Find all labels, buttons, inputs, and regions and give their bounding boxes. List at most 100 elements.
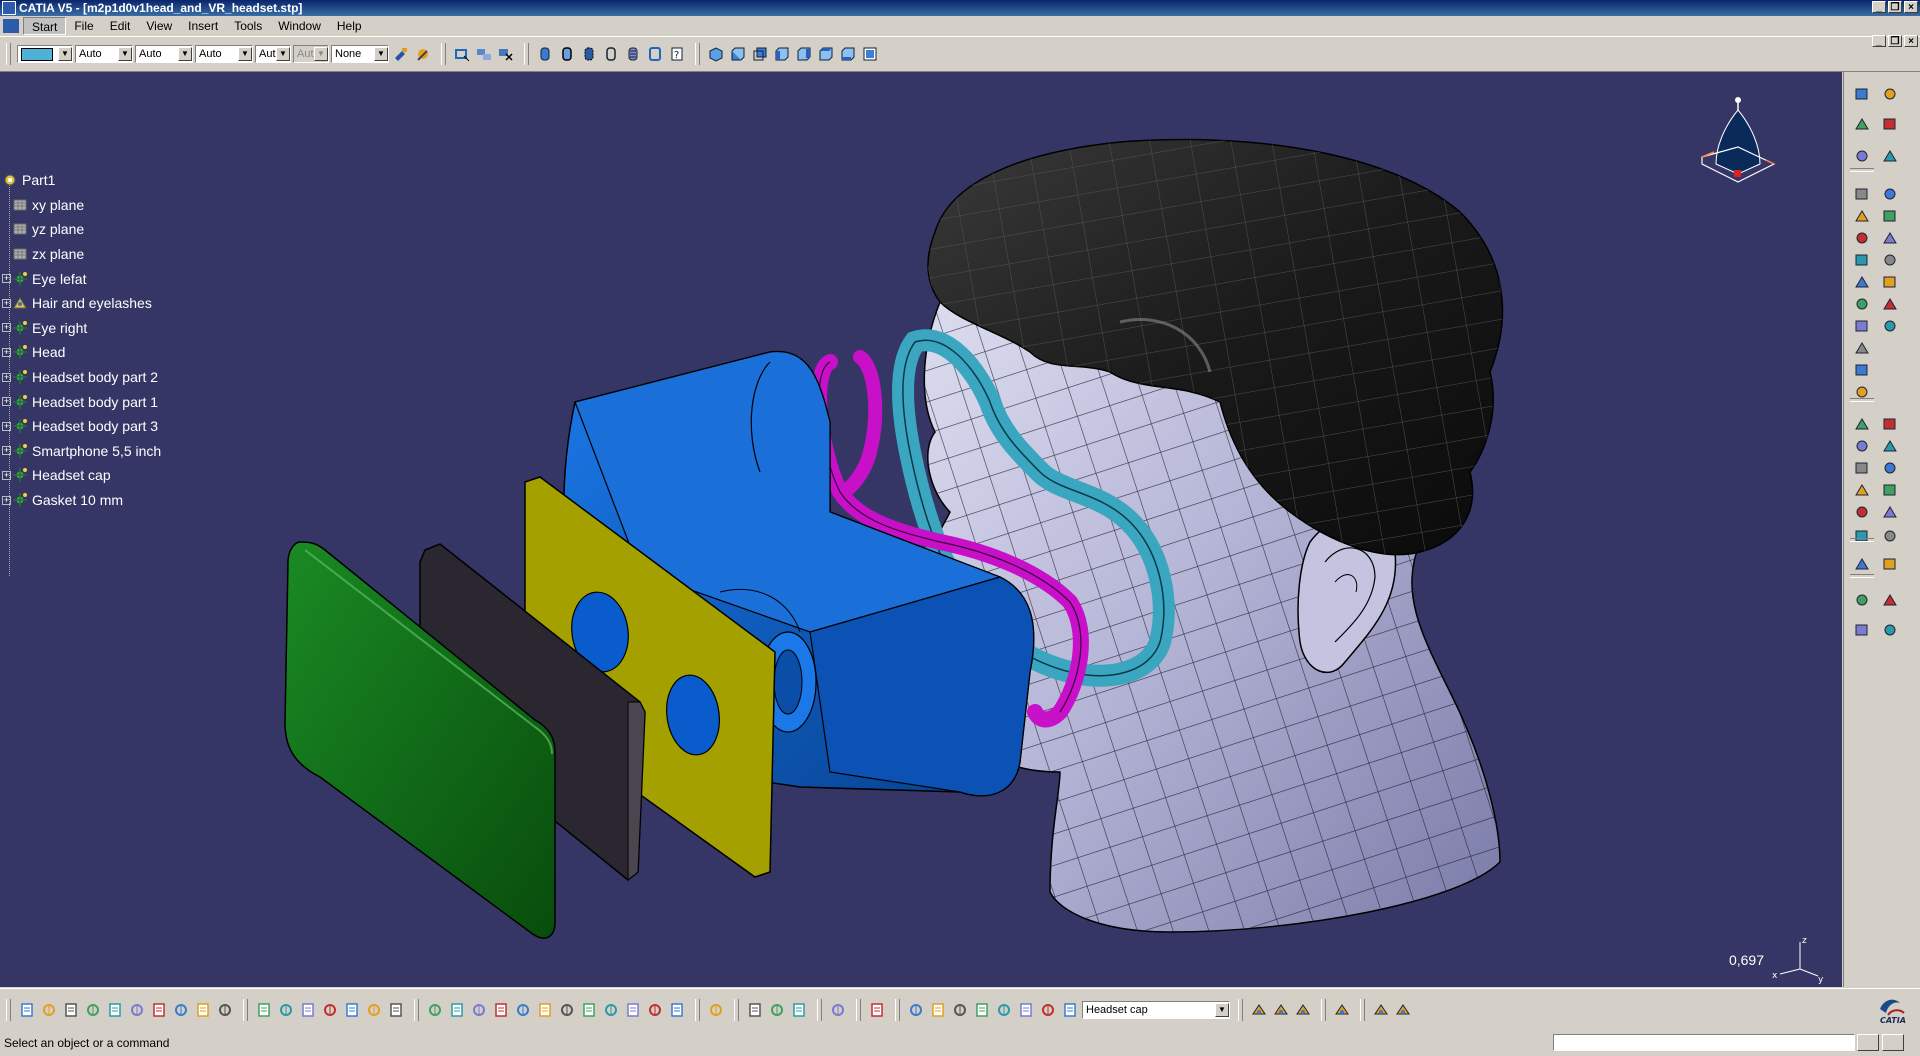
hide-show-icon[interactable] xyxy=(496,44,516,64)
chevron-down-icon[interactable]: ▼ xyxy=(118,47,132,61)
capture-icon[interactable] xyxy=(828,1000,848,1020)
cylinder-view-icon[interactable] xyxy=(535,44,555,64)
sweep-icon[interactable] xyxy=(1393,1000,1413,1020)
close-icon[interactable]: × xyxy=(1904,1,1918,13)
measure-between-icon[interactable] xyxy=(745,1000,765,1020)
work-object-icon[interactable] xyxy=(994,1000,1014,1020)
cut-icon[interactable] xyxy=(105,1000,125,1020)
define-work-object-icon[interactable] xyxy=(1060,1000,1080,1020)
reference-icon[interactable] xyxy=(1852,620,1872,640)
toolbar-grip[interactable] xyxy=(695,43,700,65)
fit-all-icon[interactable] xyxy=(447,1000,467,1020)
toolbar-grip[interactable] xyxy=(6,999,11,1021)
annotation-icon[interactable] xyxy=(1880,554,1900,574)
grid-icon[interactable] xyxy=(1880,114,1900,134)
compass-icon[interactable] xyxy=(1694,92,1784,202)
color-combo[interactable]: ▼ xyxy=(17,45,73,63)
tree-item[interactable]: xy plane xyxy=(2,193,161,218)
zoom-out-icon[interactable] xyxy=(535,1000,555,1020)
tree-item[interactable]: + Hair and eyelashes xyxy=(2,291,161,316)
gsd-icon[interactable] xyxy=(1271,1000,1291,1020)
thickness-icon[interactable] xyxy=(1852,480,1872,500)
list-icon[interactable] xyxy=(1038,1000,1058,1020)
rotate-icon[interactable] xyxy=(1880,436,1900,456)
pattern-icon[interactable] xyxy=(1852,458,1872,478)
pan-icon[interactable] xyxy=(469,1000,489,1020)
apply-material-icon[interactable] xyxy=(1852,590,1872,610)
render-style-combo[interactable]: None ▼ xyxy=(331,45,389,63)
line-weight-combo[interactable]: Auto ▼ xyxy=(135,45,193,63)
transparency-combo[interactable]: Auto ▼ xyxy=(195,45,253,63)
hide-show-icon[interactable] xyxy=(645,1000,665,1020)
knowledge-icon[interactable] xyxy=(298,1000,318,1020)
expand-icon[interactable]: + xyxy=(2,372,11,382)
analysis-icon[interactable] xyxy=(1371,1000,1391,1020)
document-icon[interactable] xyxy=(3,19,19,33)
tree-item[interactable]: + Headset body part 2 xyxy=(2,365,161,390)
rotate-icon[interactable] xyxy=(491,1000,511,1020)
shell-icon[interactable] xyxy=(1880,316,1900,336)
toolbar-grip[interactable] xyxy=(856,999,861,1021)
expand-icon[interactable]: + xyxy=(2,347,11,357)
chevron-down-icon[interactable]: ▼ xyxy=(1215,1003,1229,1017)
tree-item[interactable]: + Eye lefat xyxy=(2,266,161,291)
scale-icon[interactable] xyxy=(1880,458,1900,478)
menu-view[interactable]: View xyxy=(138,17,180,35)
expand-icon[interactable]: + xyxy=(2,421,11,431)
shading-hidden-edges-icon[interactable] xyxy=(579,44,599,64)
expand-icon[interactable]: + xyxy=(2,323,11,333)
specification-tree[interactable]: Part1 xy plane yz plane zx plane + Eye lefat… xyxy=(2,168,161,512)
expand-icon[interactable]: + xyxy=(2,298,11,308)
model-canvas[interactable] xyxy=(0,72,1842,987)
new-icon[interactable] xyxy=(17,1000,37,1020)
status-button-1[interactable] xyxy=(1857,1034,1879,1051)
mirror-icon[interactable] xyxy=(1852,436,1872,456)
groove-icon[interactable] xyxy=(1852,250,1872,270)
loft-icon[interactable] xyxy=(1852,338,1872,358)
chevron-down-icon[interactable]: ▼ xyxy=(58,47,72,61)
inertia-icon[interactable] xyxy=(1880,502,1900,522)
named-views-icon[interactable] xyxy=(860,44,880,64)
toolbar-grip[interactable] xyxy=(524,43,529,65)
minimize-icon[interactable]: _ xyxy=(1872,1,1886,13)
point-icon[interactable] xyxy=(1880,84,1900,104)
measure-inertia-icon[interactable] xyxy=(789,1000,809,1020)
constraint-icon[interactable] xyxy=(1852,526,1872,546)
expand-icon[interactable]: + xyxy=(2,470,11,480)
chevron-down-icon[interactable]: ▼ xyxy=(178,47,192,61)
axis-system-icon[interactable] xyxy=(1880,590,1900,610)
undo-icon[interactable] xyxy=(171,1000,191,1020)
tree-item[interactable]: + Headset body part 3 xyxy=(2,414,161,439)
save-icon[interactable] xyxy=(61,1000,81,1020)
macro-icon[interactable] xyxy=(386,1000,406,1020)
material-shading-icon[interactable] xyxy=(623,44,643,64)
constraint-icon[interactable] xyxy=(1016,1000,1036,1020)
hole-icon[interactable] xyxy=(1852,272,1872,292)
multi-view-icon[interactable] xyxy=(579,1000,599,1020)
chevron-down-icon[interactable]: ▼ xyxy=(374,47,388,61)
status-button-2[interactable] xyxy=(1882,1034,1904,1051)
chevron-down-icon[interactable]: ▼ xyxy=(238,47,252,61)
toolbar-grip[interactable] xyxy=(1238,999,1243,1021)
chamfer-icon[interactable] xyxy=(1880,272,1900,292)
swap-visible-icon[interactable] xyxy=(474,44,494,64)
part-design-icon[interactable] xyxy=(1249,1000,1269,1020)
iso-view-icon[interactable] xyxy=(706,44,726,64)
help-view-icon[interactable]: ? xyxy=(667,44,687,64)
swap-space-icon[interactable] xyxy=(667,1000,687,1020)
update-icon[interactable] xyxy=(906,1000,926,1020)
menu-file[interactable]: File xyxy=(66,17,101,35)
toolbar-grip[interactable] xyxy=(243,999,248,1021)
current-body-combo[interactable]: Headset cap ▼ xyxy=(1082,1001,1230,1019)
apply-material-icon[interactable] xyxy=(1332,1000,1352,1020)
open-icon[interactable] xyxy=(39,1000,59,1020)
iso-view-icon[interactable] xyxy=(601,1000,621,1020)
tree-root[interactable]: Part1 xyxy=(2,168,161,193)
properties-icon[interactable] xyxy=(413,44,433,64)
axis-icon[interactable] xyxy=(950,1000,970,1020)
plane-icon[interactable] xyxy=(1880,228,1900,248)
back-view-icon[interactable] xyxy=(750,44,770,64)
catia-app-icon[interactable] xyxy=(2,1,16,15)
slot-icon[interactable] xyxy=(1852,316,1872,336)
tree-item[interactable]: + Head xyxy=(2,340,161,365)
